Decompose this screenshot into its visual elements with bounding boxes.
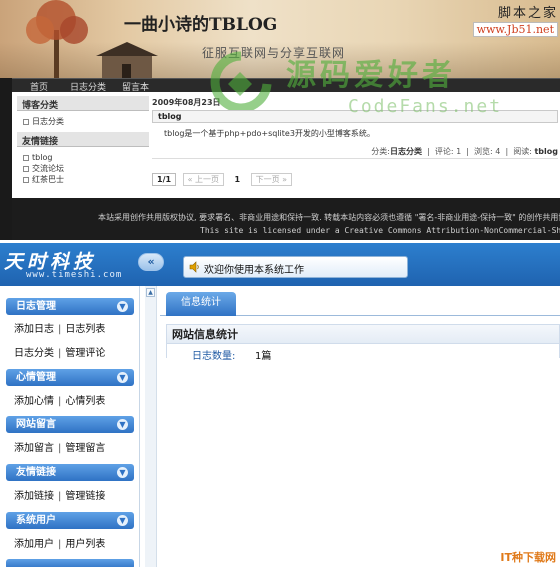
menu-row: 添加留言 | 管理留言 xyxy=(14,443,106,454)
welcome-text: 欢迎你使用本系统工作 xyxy=(204,265,304,276)
menu-row: 日志分类 | 管理评论 xyxy=(14,348,106,359)
sidebar-heading-links: 友情链接 xyxy=(17,132,149,147)
welcome-bar: 欢迎你使用本系统工作 xyxy=(183,256,408,278)
sidebar-link-tblog[interactable]: tblog xyxy=(17,152,149,163)
pager-info: 1/1 xyxy=(152,173,177,186)
pager-next[interactable]: 下一页 » xyxy=(250,173,293,186)
admin-body: 日志管理 ▼ 添加日志 | 日志列表 日志分类 | 管理评论 心情管理 ▼ 添加心情 | 心情列… xyxy=(0,286,560,567)
scroll-up-icon[interactable]: ▲ xyxy=(146,288,155,297)
post-date: 2009年08月23日 xyxy=(152,98,221,107)
admin-screenshot: 天时科技 www.timeshi.com « 欢迎你使用本系统工作 日志管理 ▼ … xyxy=(0,243,560,567)
footer-license-cn: 本站采用创作共用版权协议, 要求署名、非商业用途和保持一致. 转载本站内容必须也… xyxy=(98,213,560,222)
blog-screenshot: 一曲小诗的TBLOG 征服互联网与分享互联网 脚本之家 www.Jb51.net… xyxy=(0,0,560,240)
blog-sidebar: 博客分类 日志分类 友情链接 tblog 交流论坛 红茶巴士 xyxy=(17,96,149,196)
menu-add-mood[interactable]: 添加心情 xyxy=(14,396,54,407)
pager-prev[interactable]: « 上一页 xyxy=(182,173,224,186)
menu-row: 添加日志 | 日志列表 xyxy=(14,324,106,335)
meta-views: 浏览: 4 xyxy=(474,147,501,156)
menu-log-list[interactable]: 日志列表 xyxy=(65,324,105,335)
stat-value: 1篇 xyxy=(255,351,272,362)
post-body: tblog是一个基于php+pdo+sqlite3开发的小型博客系统。 xyxy=(164,129,375,138)
jb51-url: www.Jb51.net xyxy=(472,22,558,37)
menu-user-list[interactable]: 用户列表 xyxy=(65,539,105,550)
menu-head-guestbook[interactable]: 网站留言 ▼ xyxy=(6,416,134,433)
meta-category-link[interactable]: 日志分类 xyxy=(390,147,422,156)
menu-head-users[interactable]: 系统用户 ▼ xyxy=(6,512,134,529)
meta-read-link[interactable]: tblog xyxy=(534,147,558,156)
admin-header: 天时科技 www.timeshi.com « 欢迎你使用本系统工作 xyxy=(0,243,560,286)
menu-manage-comments[interactable]: 管理评论 xyxy=(65,348,105,359)
blog-subtitle: 征服互联网与分享互联网 xyxy=(202,46,346,60)
post-divider xyxy=(152,158,558,159)
menu-row: 添加用户 | 用户列表 xyxy=(14,539,106,550)
stat-panel-title: 网站信息统计 xyxy=(167,325,559,344)
expand-icon xyxy=(23,118,29,125)
sidebar-link-tea-bus[interactable]: 红茶巴士 xyxy=(17,174,149,185)
house-illustration xyxy=(96,42,158,78)
scrollbar[interactable]: ▲ xyxy=(145,286,157,567)
menu-head-log[interactable]: 日志管理 ▼ xyxy=(6,298,134,315)
menu-head-partial[interactable] xyxy=(6,559,134,567)
jb51-name: 脚本之家 xyxy=(497,6,558,21)
tab-info-stats[interactable]: 信息统计 xyxy=(166,292,236,316)
jb51-watermark: 脚本之家 www.Jb51.net xyxy=(472,2,558,37)
tree-illustration xyxy=(26,0,88,78)
sidebar-item-category[interactable]: 日志分类 xyxy=(17,116,149,127)
menu-head-links[interactable]: 友情链接 ▼ xyxy=(6,464,134,481)
menu-log-category[interactable]: 日志分类 xyxy=(14,348,54,359)
chevron-down-icon: ▼ xyxy=(117,515,128,526)
collapse-sidebar-button[interactable]: « xyxy=(138,253,164,271)
menu-head-mood[interactable]: 心情管理 ▼ xyxy=(6,369,134,386)
meta-category-label: 分类: xyxy=(371,147,390,156)
post-title[interactable]: tblog xyxy=(152,110,558,123)
blog-main: 2009年08月23日 tblog tblog是一个基于php+pdo+sqli… xyxy=(152,96,560,196)
expand-icon xyxy=(23,154,29,161)
admin-sidebar: 日志管理 ▼ 添加日志 | 日志列表 日志分类 | 管理评论 心情管理 ▼ 添加心情 | 心情列… xyxy=(0,286,140,567)
menu-add-user[interactable]: 添加用户 xyxy=(14,539,54,550)
tab-strip: 信息统计 xyxy=(160,286,560,316)
menu-add-message[interactable]: 添加留言 xyxy=(14,443,54,454)
meta-read-label: 阅读: xyxy=(513,147,532,156)
menu-manage-messages[interactable]: 管理留言 xyxy=(65,443,105,454)
blog-page: 博客分类 日志分类 友情链接 tblog 交流论坛 红茶巴士 2009年08月2… xyxy=(12,92,560,198)
chevron-down-icon: ▼ xyxy=(117,301,128,312)
expand-icon xyxy=(23,176,29,183)
corner-watermark: IT种下载网 xyxy=(500,551,556,564)
chevron-down-icon: ▼ xyxy=(117,467,128,478)
expand-icon xyxy=(23,165,29,172)
stat-panel: 网站信息统计 日志数量: 1篇 xyxy=(166,324,560,362)
blog-footer: 本站采用创作共用版权协议, 要求署名、非商业用途和保持一致. 转载本站内容必须也… xyxy=(12,198,560,240)
menu-row: 添加链接 | 管理链接 xyxy=(14,491,106,502)
pager: 1/1 « 上一页 1 下一页 » xyxy=(152,172,295,187)
stat-label: 日志数量: xyxy=(192,351,236,362)
sidebar-link-forum[interactable]: 交流论坛 xyxy=(17,163,149,174)
menu-manage-links[interactable]: 管理链接 xyxy=(65,491,105,502)
footer-license-en: This site is licensed under a Creative C… xyxy=(200,226,560,235)
blog-title: 一曲小诗的TBLOG xyxy=(124,15,278,35)
speaker-icon xyxy=(189,261,199,273)
post-meta: 分类:日志分类 | 评论: 1 | 浏览: 4 | 阅读: tblog xyxy=(371,147,558,156)
admin-main: 信息统计 网站信息统计 日志数量: 1篇 xyxy=(160,286,560,567)
menu-add-log[interactable]: 添加日志 xyxy=(14,324,54,335)
chevron-down-icon: ▼ xyxy=(117,372,128,383)
chevron-down-icon: ▼ xyxy=(117,419,128,430)
stat-row: 日志数量: 1篇 xyxy=(167,345,559,362)
menu-add-link[interactable]: 添加链接 xyxy=(14,491,54,502)
meta-comments[interactable]: 评论: 1 xyxy=(435,147,461,156)
blog-nav: 首页 日志分类 留言本 xyxy=(12,78,560,93)
pager-current[interactable]: 1 xyxy=(231,174,245,187)
menu-mood-list[interactable]: 心情列表 xyxy=(65,396,105,407)
sidebar-heading-categories: 博客分类 xyxy=(17,96,149,111)
menu-row: 添加心情 | 心情列表 xyxy=(14,396,106,407)
admin-url: www.timeshi.com xyxy=(26,270,123,280)
